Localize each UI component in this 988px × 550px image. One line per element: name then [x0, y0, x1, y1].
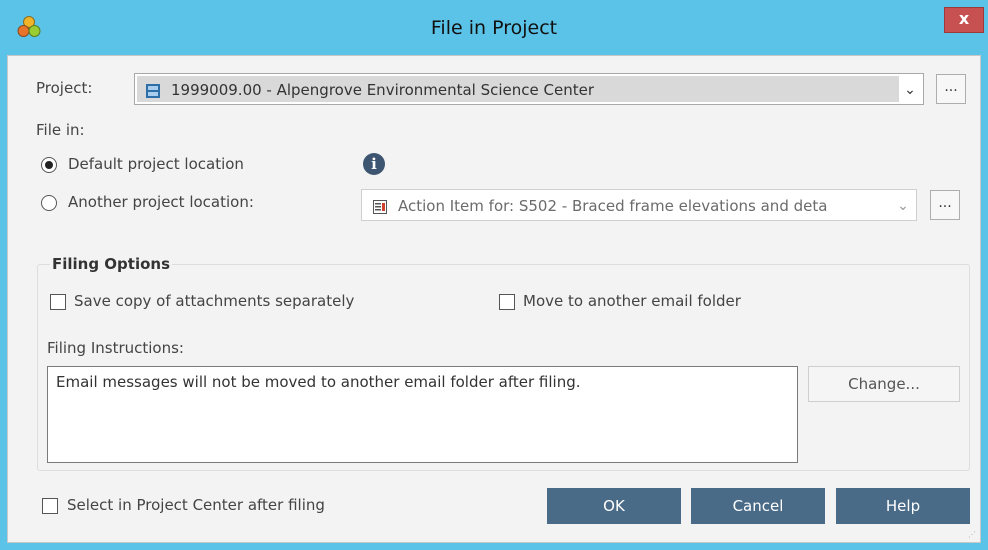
- ok-button[interactable]: OK: [547, 488, 681, 524]
- resize-grip-icon[interactable]: ⋰: [968, 530, 978, 540]
- change-button[interactable]: Change...: [808, 366, 960, 402]
- file-in-label: File in:: [36, 121, 85, 139]
- filing-options-title: Filing Options: [50, 255, 173, 273]
- filing-instructions-label: Filing Instructions:: [47, 339, 184, 357]
- close-button[interactable]: x: [944, 7, 984, 33]
- move-email-label[interactable]: Move to another email folder: [523, 292, 741, 310]
- project-location-field: Action Item for: S502 - Braced frame ele…: [364, 192, 892, 218]
- help-button[interactable]: Help: [836, 488, 970, 524]
- project-dropdown-field: 1999009.00 - Alpengrove Environmental Sc…: [137, 76, 899, 102]
- project-value: 1999009.00 - Alpengrove Environmental Sc…: [171, 81, 595, 99]
- title-bar[interactable]: File in Project x: [0, 0, 988, 55]
- select-in-project-center-label[interactable]: Select in Project Center after filing: [67, 496, 325, 514]
- save-attachments-label[interactable]: Save copy of attachments separately: [74, 292, 354, 310]
- project-location-value: Action Item for: S502 - Braced frame ele…: [398, 197, 828, 215]
- window-title: File in Project: [430, 17, 558, 39]
- project-label: Project:: [36, 79, 93, 97]
- cancel-button[interactable]: Cancel: [691, 488, 825, 524]
- file-in-project-dialog: File in Project x Project: 1999009.00 - …: [0, 0, 988, 550]
- project-browse-button[interactable]: ...: [936, 74, 966, 104]
- chevron-down-icon[interactable]: ⌄: [899, 76, 921, 102]
- chevron-down-icon[interactable]: ⌄: [892, 192, 914, 218]
- project-dropdown[interactable]: 1999009.00 - Alpengrove Environmental Sc…: [134, 73, 924, 105]
- save-attachments-checkbox[interactable]: [50, 294, 66, 310]
- project-location-dropdown[interactable]: Action Item for: S502 - Braced frame ele…: [361, 189, 917, 221]
- filing-instructions-text[interactable]: Email messages will not be moved to anot…: [47, 366, 798, 463]
- another-location-radio[interactable]: [41, 195, 57, 211]
- default-location-label[interactable]: Default project location: [68, 155, 244, 173]
- another-location-label[interactable]: Another project location:: [68, 193, 254, 211]
- move-email-checkbox[interactable]: [499, 294, 515, 310]
- info-icon[interactable]: i: [363, 153, 385, 175]
- default-location-radio[interactable]: [41, 157, 57, 173]
- location-browse-button[interactable]: ...: [930, 190, 960, 220]
- dialog-body: Project: 1999009.00 - Alpengrove Environ…: [7, 55, 981, 543]
- action-item-icon: [373, 200, 387, 214]
- project-icon: [146, 84, 160, 98]
- select-in-project-center-checkbox[interactable]: [42, 498, 58, 514]
